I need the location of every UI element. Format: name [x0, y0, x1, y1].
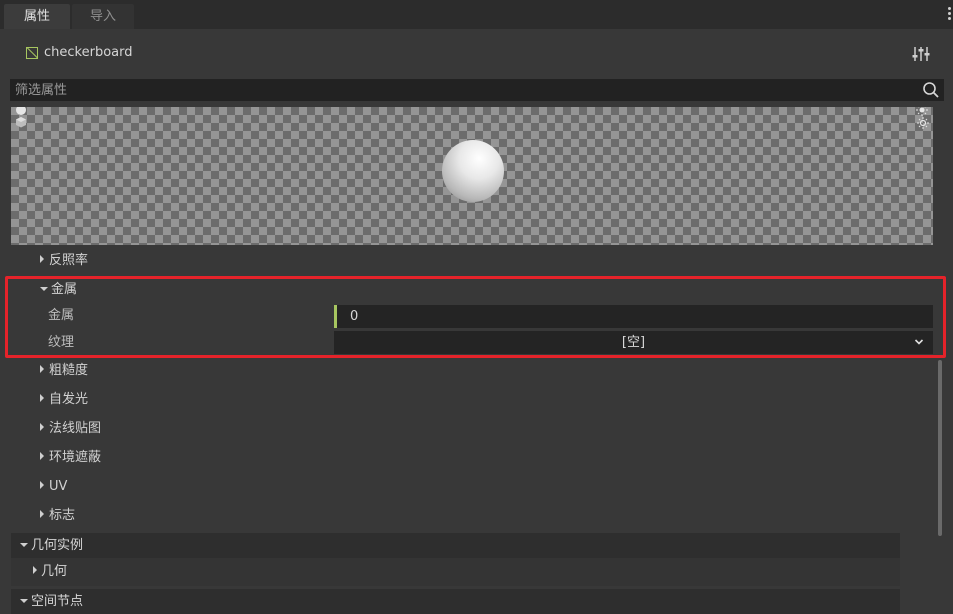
- tab-bar: 属性 导入: [0, 0, 953, 29]
- section-emission-label: 自发光: [49, 392, 88, 407]
- search-icon[interactable]: [922, 81, 940, 99]
- filter-bar: [10, 79, 944, 101]
- expand-arrow-icon: [40, 481, 44, 489]
- expand-arrow-icon: [40, 255, 44, 263]
- subgroup-geometry-label: 几何: [41, 564, 67, 579]
- section-emission[interactable]: 自发光: [40, 390, 88, 410]
- expand-arrow-icon: [40, 452, 44, 460]
- section-uv[interactable]: UV: [40, 477, 67, 497]
- collapse-arrow-icon: [20, 543, 28, 547]
- section-flags[interactable]: 标志: [40, 506, 75, 526]
- expand-arrow-icon: [33, 566, 37, 574]
- subgroup-geometry[interactable]: 几何: [11, 558, 900, 586]
- tab-import[interactable]: 导入: [72, 4, 134, 29]
- texture-icon: [26, 47, 38, 59]
- section-albedo[interactable]: 反照率: [40, 251, 88, 271]
- section-uv-label: UV: [49, 479, 67, 494]
- light-2-icon[interactable]: [917, 117, 929, 129]
- section-albedo-label: 反照率: [49, 253, 88, 268]
- section-normal-map[interactable]: 法线贴图: [40, 419, 101, 439]
- section-ambient-occlusion[interactable]: 环境遮蔽: [40, 448, 101, 468]
- group-geometry-instance-label: 几何实例: [31, 538, 83, 553]
- section-ao-label: 环境遮蔽: [49, 450, 101, 465]
- expand-arrow-icon: [40, 365, 44, 373]
- expand-arrow-icon: [40, 394, 44, 402]
- section-roughness-label: 粗糙度: [49, 363, 88, 378]
- sphere-preview-icon[interactable]: [15, 107, 27, 116]
- more-options-icon[interactable]: [945, 7, 953, 23]
- cube-preview-icon[interactable]: [15, 116, 27, 128]
- section-roughness[interactable]: 粗糙度: [40, 361, 88, 381]
- light-1-icon[interactable]: [916, 107, 928, 116]
- section-flags-label: 标志: [49, 508, 75, 523]
- tab-properties[interactable]: 属性: [4, 4, 70, 29]
- highlight-box: [5, 276, 946, 358]
- material-preview: [11, 107, 933, 245]
- section-normal-map-label: 法线贴图: [49, 421, 101, 436]
- scrollbar[interactable]: [938, 360, 942, 536]
- group-spatial-label: 空间节点: [31, 594, 83, 609]
- resource-name[interactable]: checkerboard: [44, 45, 132, 60]
- collapse-arrow-icon: [20, 599, 28, 603]
- expand-arrow-icon: [40, 510, 44, 518]
- tune-settings-icon[interactable]: [911, 45, 931, 63]
- group-geometry-instance[interactable]: 几何实例: [11, 533, 900, 558]
- preview-sphere: [442, 140, 504, 202]
- filter-properties-input[interactable]: [10, 79, 915, 101]
- expand-arrow-icon: [40, 423, 44, 431]
- group-spatial[interactable]: 空间节点: [11, 589, 900, 614]
